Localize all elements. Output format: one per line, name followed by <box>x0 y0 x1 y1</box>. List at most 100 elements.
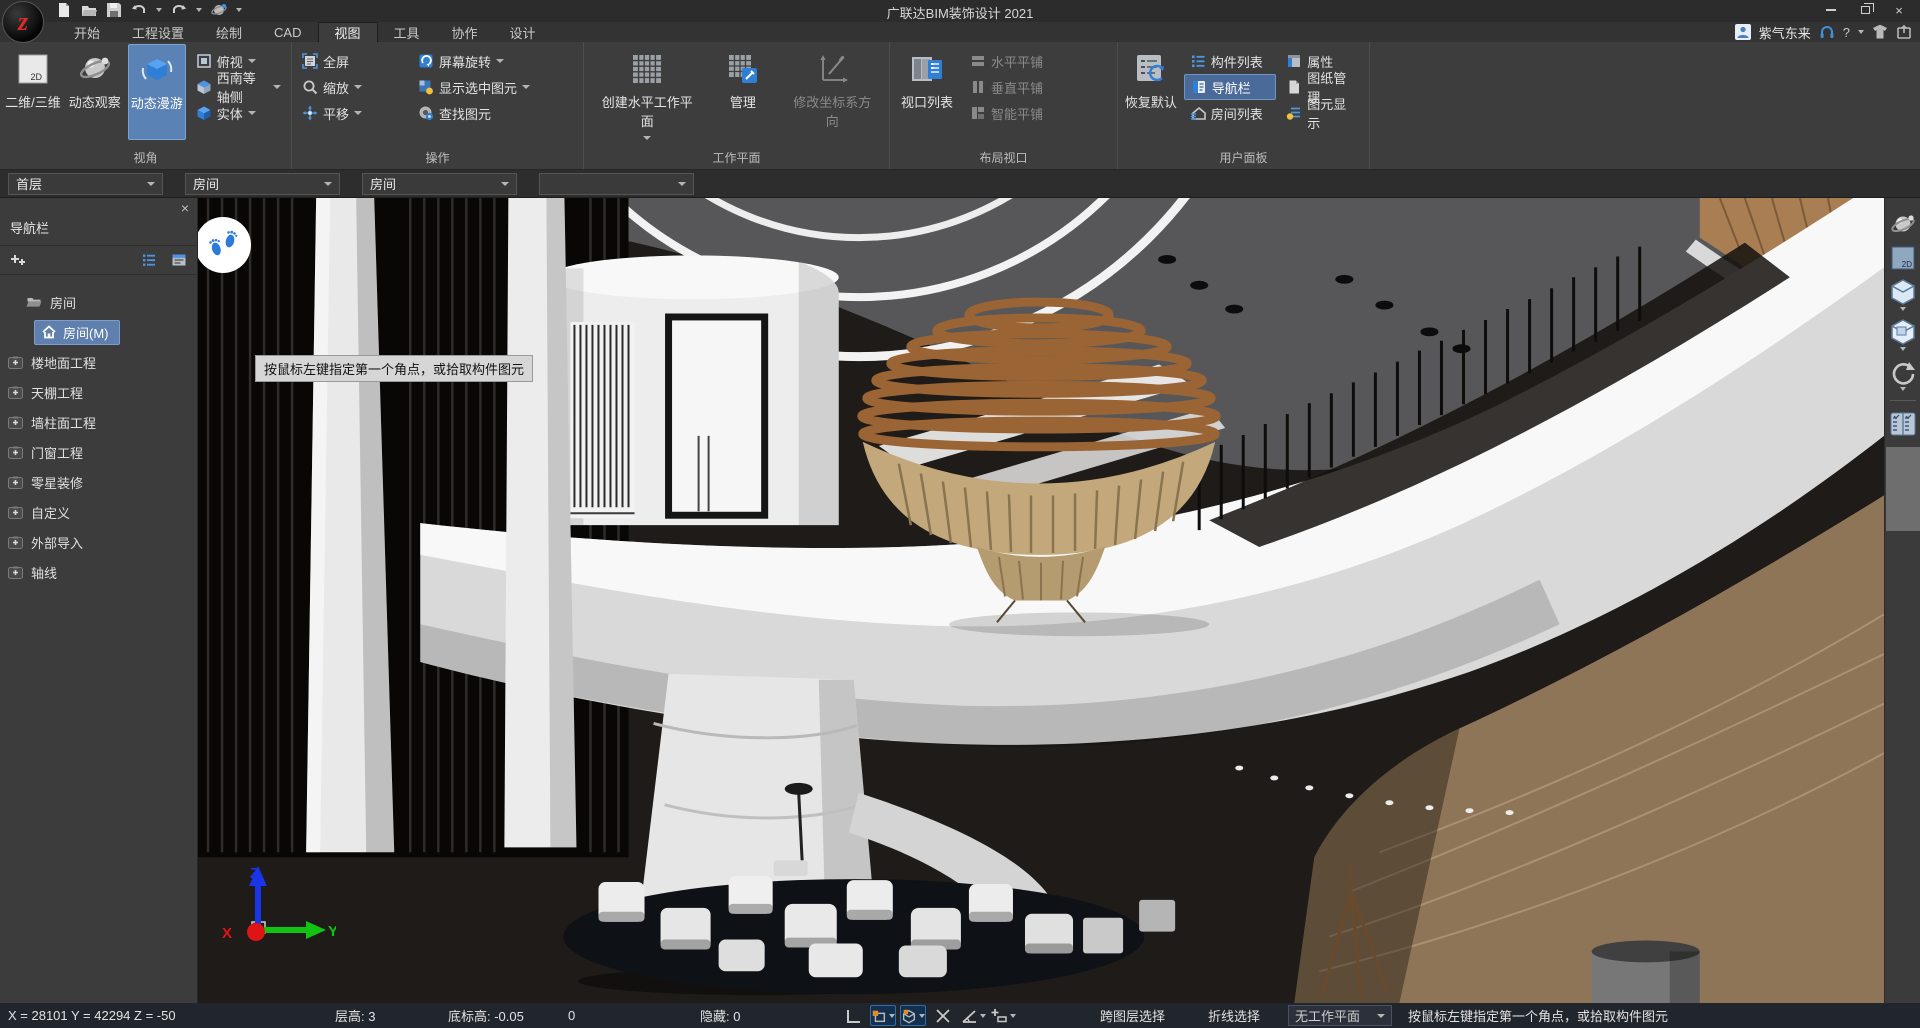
minimize-button[interactable] <box>1814 0 1848 20</box>
component-list-toggle[interactable]: 构件列表 <box>1184 48 1276 74</box>
pan-dropdown[interactable]: 平移 <box>296 100 408 126</box>
rail-3d-box-button[interactable] <box>1888 276 1918 313</box>
tree-item-misc-decoration[interactable]: 零星装修 <box>0 467 197 497</box>
cross-layer-select-button[interactable]: 跨图层选择 <box>1092 1006 1173 1025</box>
panel-view-icon[interactable] <box>171 252 187 268</box>
list-view-icon[interactable] <box>141 252 157 268</box>
close-button[interactable]: × <box>1882 0 1916 20</box>
tab-cad[interactable]: CAD <box>258 22 317 42</box>
launcher-icon[interactable] <box>1896 24 1912 40</box>
vertical-tile-button[interactable]: 垂直平铺 <box>964 74 1049 100</box>
app-logo-icon[interactable]: z <box>2 1 44 43</box>
polyline-select-button[interactable]: 折线选择 <box>1200 1006 1268 1025</box>
tab-project-settings[interactable]: 工程设置 <box>116 22 200 42</box>
sidebar-tree: 房间 房间(M) 楼地面工程 天棚工程 墙柱面工程 <box>0 287 197 587</box>
username[interactable]: 紫气东来 <box>1759 23 1811 42</box>
ribbon-empty-space <box>1370 42 1920 169</box>
viewport-canvas[interactable]: 按鼠标左键指定第一个角点，或拾取构件图元 Z Y X <box>198 198 1884 1003</box>
screen-rotate-dropdown[interactable]: 屏幕旋转 <box>412 48 536 74</box>
chevron-down-icon <box>980 1014 986 1018</box>
tree-item-custom[interactable]: 自定义 <box>0 497 197 527</box>
tree-item-room-selected[interactable]: 房间(M) <box>0 317 197 347</box>
selected-room-chip[interactable]: 房间(M) <box>34 320 120 345</box>
restore-button[interactable] <box>1848 0 1882 20</box>
headset-icon[interactable] <box>1819 24 1835 40</box>
window-title: 广联达BIM装饰设计 2021 <box>0 3 1920 22</box>
room-select-1[interactable]: 房间 <box>185 173 340 195</box>
rail-viewlist-button[interactable] <box>1888 408 1918 440</box>
show-selected-dropdown[interactable]: 显示选中图元 <box>412 74 536 100</box>
tree-item-external-import[interactable]: 外部导入 <box>0 527 197 557</box>
room-select-2[interactable]: 房间 <box>362 173 517 195</box>
smart-tile-button[interactable]: 智能平铺 <box>964 100 1049 126</box>
room-list-toggle[interactable]: 房间列表 <box>1184 100 1276 126</box>
rail-3d-box2-button[interactable] <box>1888 316 1918 353</box>
toggle-2d3d-button[interactable]: 2D 二维/三维 <box>4 44 62 140</box>
floor-select[interactable]: 首层 <box>8 173 163 195</box>
tab-draw[interactable]: 绘制 <box>200 22 258 42</box>
tree-item-room-root[interactable]: 房间 <box>0 287 197 317</box>
element-display-icon <box>1286 105 1302 121</box>
add-annotation-button[interactable] <box>990 1005 1016 1026</box>
menu-tab-bar: 开始 工程设置 绘制 CAD 视图 工具 协作 设计 紫气东来 ? <box>0 22 1920 42</box>
expand-plus-icon[interactable] <box>8 476 23 489</box>
avatar-icon[interactable] <box>1735 24 1751 40</box>
expand-plus-icon[interactable] <box>8 356 23 369</box>
fullscreen-button[interactable]: 全屏 <box>296 48 408 74</box>
viewport-list-button[interactable]: 视口列表 <box>894 44 960 140</box>
tab-start[interactable]: 开始 <box>58 22 116 42</box>
ribbon-group-user-panel: 恢复默认 构件列表 导航栏 房间列表 属性 <box>1118 42 1370 169</box>
tab-collaborate[interactable]: 协作 <box>436 22 494 42</box>
navigation-bar-toggle[interactable]: 导航栏 <box>1184 74 1276 100</box>
view-tools-rail: 2D <box>1884 198 1920 1003</box>
tab-view[interactable]: 视图 <box>318 22 378 42</box>
horizontal-tile-button[interactable]: 水平平铺 <box>964 48 1049 74</box>
sidebar-close-button[interactable]: × <box>181 201 189 215</box>
sw-axonometric-dropdown[interactable]: 西南等轴侧 <box>190 74 287 100</box>
add-plus-icon[interactable] <box>10 252 26 268</box>
tree-item-ceiling-works[interactable]: 天棚工程 <box>0 377 197 407</box>
ortho-mode-button[interactable] <box>840 1005 866 1026</box>
tree-item-floor-works[interactable]: 楼地面工程 <box>0 347 197 377</box>
rail-orbit-button[interactable] <box>1888 210 1918 240</box>
tab-tools[interactable]: 工具 <box>378 22 436 42</box>
snap-cross-button[interactable] <box>930 1005 956 1026</box>
chevron-down-icon <box>324 182 332 186</box>
walkthrough-button[interactable]: 动态漫游 <box>128 44 186 140</box>
empty-select[interactable] <box>539 173 694 195</box>
expand-plus-icon[interactable] <box>8 446 23 459</box>
rect-select-mode-button[interactable] <box>870 1005 896 1026</box>
expand-plus-icon[interactable] <box>8 386 23 399</box>
element-display-toggle[interactable]: 图元显示 <box>1280 100 1365 126</box>
manage-workplane-button[interactable]: 管理 <box>710 44 775 140</box>
chevron-down-icon <box>496 59 504 63</box>
grid-plane-icon <box>630 52 664 86</box>
help-dropdown-icon[interactable] <box>1858 30 1864 34</box>
orbit-button[interactable]: 动态观察 <box>66 44 124 140</box>
expand-plus-icon[interactable] <box>8 536 23 549</box>
tree-item-axis-lines[interactable]: 轴线 <box>0 557 197 587</box>
modify-ucs-button[interactable]: 修改坐标系方向 <box>779 44 885 140</box>
skin-icon[interactable] <box>1872 24 1888 40</box>
help-button[interactable]: ? <box>1843 25 1850 40</box>
zoom-dropdown[interactable]: 缩放 <box>296 74 408 100</box>
window-controls: × <box>1814 0 1916 20</box>
top-view-icon <box>196 53 212 69</box>
expand-plus-icon[interactable] <box>8 566 23 579</box>
expand-plus-icon[interactable] <box>8 416 23 429</box>
workplane-dropdown[interactable]: 无工作平面 <box>1288 1005 1392 1026</box>
create-horizontal-workplane-button[interactable]: 创建水平工作平面 <box>588 44 706 140</box>
solid-select-mode-button[interactable] <box>900 1005 926 1026</box>
tree-item-door-window-works[interactable]: 门窗工程 <box>0 437 197 467</box>
angle-snap-button[interactable] <box>960 1005 986 1026</box>
expand-plus-icon[interactable] <box>8 506 23 519</box>
rail-scrollbar[interactable] <box>1886 447 1920 531</box>
rail-rotate-button[interactable] <box>1888 356 1918 393</box>
restore-default-button[interactable]: 恢复默认 <box>1122 44 1180 140</box>
find-element-button[interactable]: 查找图元 <box>412 100 536 126</box>
solid-style-dropdown[interactable]: 实体 <box>190 100 287 126</box>
tree-item-wall-column-works[interactable]: 墙柱面工程 <box>0 407 197 437</box>
tab-design[interactable]: 设计 <box>494 22 552 42</box>
chevron-down-icon <box>889 1014 895 1018</box>
rail-2d-button[interactable]: 2D <box>1888 243 1918 273</box>
